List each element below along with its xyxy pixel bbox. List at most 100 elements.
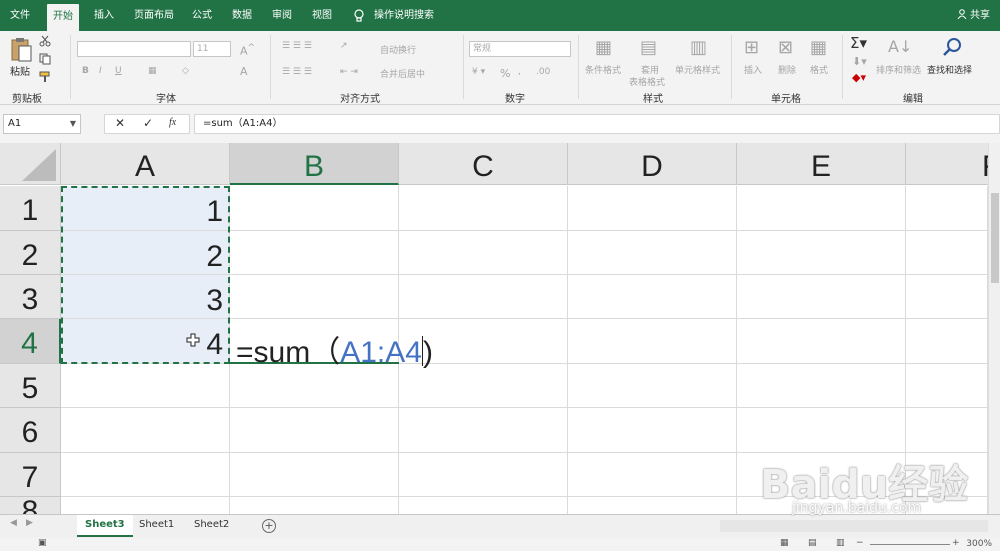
tab-page-layout[interactable]: 页面布局 <box>128 0 180 31</box>
row-header-1[interactable]: 1 <box>0 186 61 231</box>
wrap-text-button[interactable]: 自动换行 <box>380 43 416 56</box>
vertical-scroll-thumb[interactable] <box>991 193 999 283</box>
cell-e5[interactable] <box>737 364 906 408</box>
cell-e3[interactable] <box>737 275 906 319</box>
cell-d5[interactable] <box>568 364 737 408</box>
tab-formulas[interactable]: 公式 <box>186 0 218 31</box>
copy-icon[interactable] <box>39 53 51 65</box>
horizontal-scrollbar[interactable] <box>720 520 988 532</box>
cell-e2[interactable] <box>737 231 906 275</box>
in-cell-formula[interactable]: =sum（A1:A4) <box>236 327 433 371</box>
font-color-icon[interactable]: A <box>240 65 248 78</box>
cell-d2[interactable] <box>568 231 737 275</box>
cell-f6[interactable] <box>906 408 988 453</box>
conditional-format-icon[interactable]: ▦ <box>595 37 612 58</box>
cell-b2[interactable] <box>230 231 399 275</box>
row-header-5[interactable]: 5 <box>0 364 61 408</box>
find-select-icon[interactable] <box>941 36 963 58</box>
italic-button[interactable]: I <box>99 66 102 76</box>
format-painter-icon[interactable] <box>39 71 51 83</box>
merge-center-button[interactable]: 合并后居中 <box>380 67 425 80</box>
row-header-3[interactable]: 3 <box>0 275 61 319</box>
insert-cells-button[interactable]: 插入 <box>744 63 762 76</box>
cancel-icon[interactable]: ✕ <box>115 116 125 130</box>
fill-color-icon[interactable]: ◇ <box>182 66 189 76</box>
column-header-c[interactable]: C <box>399 143 568 185</box>
cell-f4[interactable] <box>906 319 988 364</box>
normal-view-icon[interactable]: ▦ <box>780 538 789 548</box>
format-table-icon[interactable]: ▤ <box>640 37 657 58</box>
cell-d1[interactable] <box>568 186 737 231</box>
zoom-slider[interactable] <box>870 544 950 545</box>
increase-font-icon[interactable]: A^ <box>240 42 255 58</box>
cell-d8[interactable] <box>568 497 737 514</box>
column-header-b[interactable]: B <box>230 143 399 185</box>
align-top-icon[interactable]: ☰ ☰ ☰ <box>282 41 312 51</box>
row-header-6[interactable]: 6 <box>0 408 61 453</box>
page-break-view-icon[interactable]: ▥ <box>836 538 845 548</box>
cell-a8[interactable] <box>61 497 230 514</box>
cell-c2[interactable] <box>399 231 568 275</box>
sheet-tab-sheet1[interactable]: Sheet1 <box>131 515 182 537</box>
vertical-scrollbar[interactable] <box>988 143 1000 514</box>
cell-b7[interactable] <box>230 453 399 497</box>
cell-f2[interactable] <box>906 231 988 275</box>
conditional-format-button[interactable]: 条件格式 <box>585 63 621 76</box>
autosum-icon[interactable]: Σ▾ <box>850 34 867 52</box>
cell-a5[interactable] <box>61 364 230 408</box>
cell-d4[interactable] <box>568 319 737 364</box>
cell-c1[interactable] <box>399 186 568 231</box>
clear-icon[interactable]: ◆▾ <box>852 71 866 84</box>
font-name-dropdown[interactable] <box>77 41 191 57</box>
tab-review[interactable]: 审阅 <box>266 0 298 31</box>
add-sheet-button[interactable]: + <box>262 519 276 533</box>
cell-a6[interactable] <box>61 408 230 453</box>
currency-icon[interactable]: ¥ ▾ <box>472 67 485 77</box>
column-header-e[interactable]: E <box>737 143 906 185</box>
cell-d7[interactable] <box>568 453 737 497</box>
tell-me-search[interactable]: 操作说明搜索 <box>368 0 440 31</box>
page-layout-view-icon[interactable]: ▤ <box>808 538 817 548</box>
number-format-dropdown[interactable]: 常规 <box>469 41 571 57</box>
cell-a7[interactable] <box>61 453 230 497</box>
fill-icon[interactable]: ⬇▾ <box>852 55 867 68</box>
tab-view[interactable]: 视图 <box>306 0 338 31</box>
cell-f3[interactable] <box>906 275 988 319</box>
cell-b3[interactable] <box>230 275 399 319</box>
underline-button[interactable]: U <box>115 66 122 76</box>
orientation-icon[interactable]: ↗ <box>340 41 348 51</box>
cell-c7[interactable] <box>399 453 568 497</box>
percent-button[interactable]: % <box>500 67 510 80</box>
enter-icon[interactable]: ✓ <box>143 116 153 130</box>
font-size-dropdown[interactable]: 11 <box>193 41 231 57</box>
format-cells-icon[interactable]: ▦ <box>810 37 827 58</box>
row-header-8[interactable]: 8 <box>0 497 61 514</box>
row-header-4[interactable]: 4 <box>0 319 61 364</box>
borders-icon[interactable]: ▦ <box>148 66 157 76</box>
delete-cells-icon[interactable]: ⊠ <box>778 37 793 58</box>
column-header-a[interactable]: A <box>61 143 230 185</box>
select-all-corner[interactable] <box>0 143 61 185</box>
format-table-line2[interactable]: 表格格式 <box>629 75 665 88</box>
comma-button[interactable]: , <box>518 67 521 77</box>
cell-e4[interactable] <box>737 319 906 364</box>
row-header-2[interactable]: 2 <box>0 231 61 275</box>
cell-styles-icon[interactable]: ▥ <box>690 37 707 58</box>
paste-icon[interactable] <box>9 37 33 63</box>
cell-c3[interactable] <box>399 275 568 319</box>
cell-b8[interactable] <box>230 497 399 514</box>
cell-f5[interactable] <box>906 364 988 408</box>
cell-styles-button[interactable]: 单元格样式 <box>675 63 720 76</box>
zoom-out-icon[interactable]: − <box>856 538 864 548</box>
share-button[interactable]: 共享 <box>957 0 990 31</box>
sort-filter-button[interactable]: 排序和筛选 <box>876 63 921 76</box>
column-header-d[interactable]: D <box>568 143 737 185</box>
cell-d6[interactable] <box>568 408 737 453</box>
zoom-level[interactable]: 300% <box>966 539 992 549</box>
macro-record-icon[interactable]: ▣ <box>38 538 47 548</box>
insert-function-icon[interactable]: fx <box>169 117 176 128</box>
cut-icon[interactable] <box>39 35 51 47</box>
sheet-tab-sheet3[interactable]: Sheet3 <box>77 515 133 537</box>
tab-home[interactable]: 开始 <box>47 4 79 31</box>
cell-b1[interactable] <box>230 186 399 231</box>
